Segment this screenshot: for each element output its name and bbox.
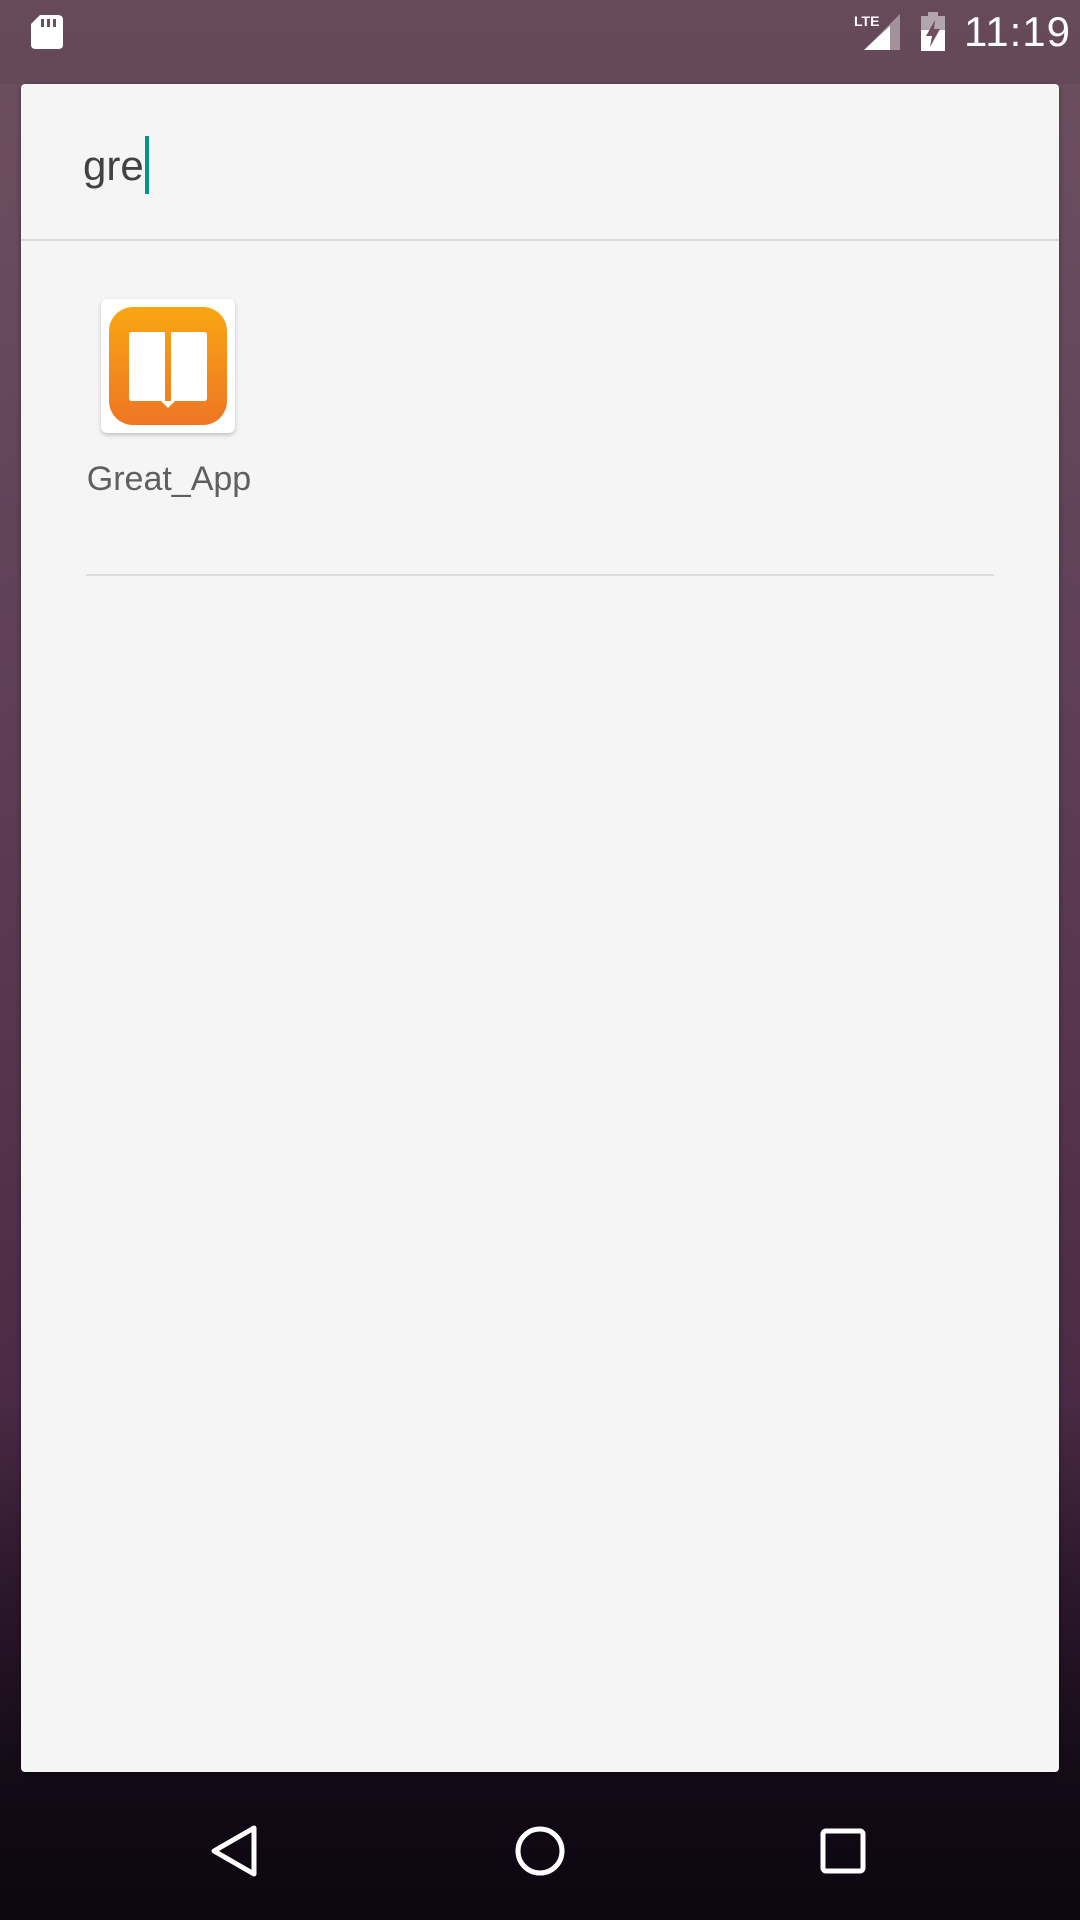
recents-icon[interactable] (798, 1806, 888, 1896)
search-panel: gre Great_App (21, 84, 1059, 1772)
battery-charging-icon (921, 12, 945, 51)
search-input[interactable]: gre (21, 84, 1059, 241)
status-bar: LTE 11:19 (0, 0, 1080, 84)
navigation-bar (0, 1776, 1080, 1920)
book-icon (129, 332, 207, 408)
text-cursor (144, 136, 149, 194)
status-time: 11:19 (964, 8, 1071, 55)
app-label: Great_App (86, 460, 252, 498)
search-result-app[interactable]: Great_App (87, 299, 261, 599)
lte-signal-icon: LTE (854, 13, 900, 50)
lte-label: LTE (854, 13, 879, 29)
search-query: gre (83, 142, 144, 189)
search-query-container: gre (83, 136, 149, 194)
app-icon-background (109, 307, 227, 425)
sd-card-icon (31, 15, 63, 49)
results-divider (86, 574, 994, 576)
app-icon-tile[interactable] (101, 299, 235, 433)
home-icon[interactable] (495, 1806, 585, 1896)
back-icon[interactable] (192, 1806, 282, 1896)
